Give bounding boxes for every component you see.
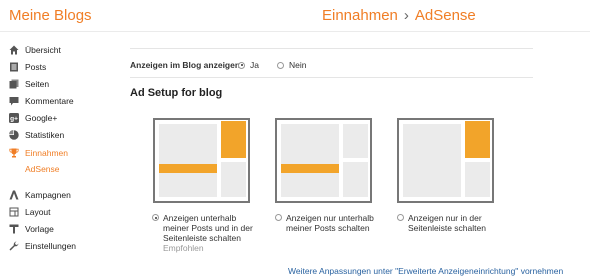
choice-line: Seitenleiste schalten <box>408 223 486 233</box>
sidebar-item-label: Kommentare <box>25 96 74 106</box>
trophy-icon <box>9 148 19 158</box>
preview-ad-sidebar <box>221 121 246 158</box>
preview-main-area <box>159 124 217 197</box>
preview-ad-sidebar <box>465 121 490 158</box>
preview-ad-below-posts <box>281 164 339 173</box>
layout-preview-posts-and-sidebar[interactable] <box>153 118 250 203</box>
radio-posts-and-sidebar[interactable] <box>152 214 159 221</box>
option-yes[interactable]: Ja <box>238 60 259 70</box>
sidebar-item-label: Layout <box>25 207 51 217</box>
divider <box>130 77 533 78</box>
sidebar-item-pages[interactable]: Seiten <box>0 76 118 92</box>
sidebar-item-settings[interactable]: Einstellungen <box>0 238 118 254</box>
sidebar-item-comments[interactable]: Kommentare <box>0 93 118 109</box>
svg-text:g+: g+ <box>10 116 18 123</box>
breadcrumb-separator: › <box>403 7 409 24</box>
choice-line: Anzeigen unterhalb <box>163 213 237 223</box>
choice-text: Anzeigen nur unterhalb meiner Posts scha… <box>286 213 374 233</box>
choice-text: Anzeigen unterhalb meiner Posts und in d… <box>163 213 253 253</box>
radio-yes[interactable] <box>238 61 245 69</box>
sidebar-item-label: Statistiken <box>25 130 65 140</box>
choice-line: Seitenleiste schalten <box>163 233 241 243</box>
sidebar-item-overview[interactable]: Übersicht <box>0 42 118 58</box>
divider <box>130 48 533 49</box>
sidebar-item-label: Vorlage <box>25 224 54 234</box>
breadcrumb-page: AdSense <box>414 7 476 24</box>
choice-text: Anzeigen nur in der Seitenleiste schalte… <box>408 213 486 233</box>
sidebar-item-statistics[interactable]: Statistiken <box>0 127 118 143</box>
option-no-label: Nein <box>289 60 307 70</box>
radio-posts-only[interactable] <box>275 214 282 221</box>
sidebar-item-google-plus[interactable]: g+ Google+ <box>0 110 118 126</box>
layout-preview-posts-only[interactable] <box>275 118 372 203</box>
pages-icon <box>9 79 19 89</box>
option-yes-label: Ja <box>250 60 259 70</box>
sidebar-item-label: Posts <box>25 62 47 72</box>
preview-main-area <box>281 124 339 197</box>
advanced-settings-link[interactable]: Weitere Anpassungen unter "Erweiterte An… <box>288 266 563 276</box>
choice-posts-and-sidebar[interactable]: Anzeigen unterhalb meiner Posts und in d… <box>152 213 272 253</box>
preview-sidebar-area <box>465 162 490 197</box>
comment-icon <box>9 96 19 106</box>
preview-main-area <box>403 124 461 197</box>
template-icon <box>9 224 19 234</box>
google-plus-icon: g+ <box>9 113 19 123</box>
sidebar-item-label: Einstellungen <box>25 241 77 251</box>
sidebar-subitem-adsense[interactable]: AdSense <box>25 164 60 174</box>
sidebar-item-label: Kampagnen <box>25 190 71 200</box>
preview-sidebar-area <box>221 162 246 197</box>
section-title: Ad Setup for blog <box>130 87 223 99</box>
sidebar-item-label: Einnahmen <box>25 148 69 158</box>
sidebar-item-label: Übersicht <box>25 45 61 55</box>
layout-preview-sidebar-only[interactable] <box>397 118 494 203</box>
choice-sidebar-only[interactable]: Anzeigen nur in der Seitenleiste schalte… <box>397 213 507 233</box>
choice-line: meiner Posts schalten <box>286 223 370 233</box>
preview-sidebar-area <box>343 162 368 197</box>
sidebar-item-template[interactable]: Vorlage <box>0 221 118 237</box>
choice-line: Anzeigen nur unterhalb <box>286 213 374 223</box>
sidebar-item-campaigns[interactable]: Kampagnen <box>0 187 118 203</box>
choice-line: meiner Posts und in der <box>163 223 253 233</box>
choice-line: Anzeigen nur in der <box>408 213 482 223</box>
brand-title[interactable]: Meine Blogs <box>9 7 92 24</box>
sidebar-item-posts[interactable]: Posts <box>0 59 118 75</box>
preview-ad-below-posts <box>159 164 217 173</box>
recommended-note: Empfohlen <box>163 243 204 253</box>
document-icon <box>9 62 19 72</box>
preview-sidebar-area <box>343 124 368 158</box>
breadcrumb: Einnahmen › AdSense <box>322 7 476 24</box>
wrench-icon <box>9 241 19 251</box>
breadcrumb-section[interactable]: Einnahmen <box>322 7 398 24</box>
sidebar-item-layout[interactable]: Layout <box>0 204 118 220</box>
show-ads-label: Anzeigen im Blog anzeigen <box>130 60 241 70</box>
option-no[interactable]: Nein <box>277 60 306 70</box>
radio-no[interactable] <box>277 61 284 69</box>
pie-chart-icon <box>9 130 19 140</box>
sidebar-item-label: Seiten <box>25 79 50 89</box>
radio-sidebar-only[interactable] <box>397 214 404 221</box>
sidebar-item-label: Google+ <box>25 113 58 123</box>
choice-posts-only[interactable]: Anzeigen nur unterhalb meiner Posts scha… <box>275 213 390 233</box>
sidebar-item-earnings[interactable]: Einnahmen <box>0 145 118 161</box>
app-header: Meine Blogs Einnahmen › AdSense <box>0 0 590 32</box>
home-icon <box>9 45 19 55</box>
campaign-icon <box>9 190 19 200</box>
layout-icon <box>9 207 19 217</box>
